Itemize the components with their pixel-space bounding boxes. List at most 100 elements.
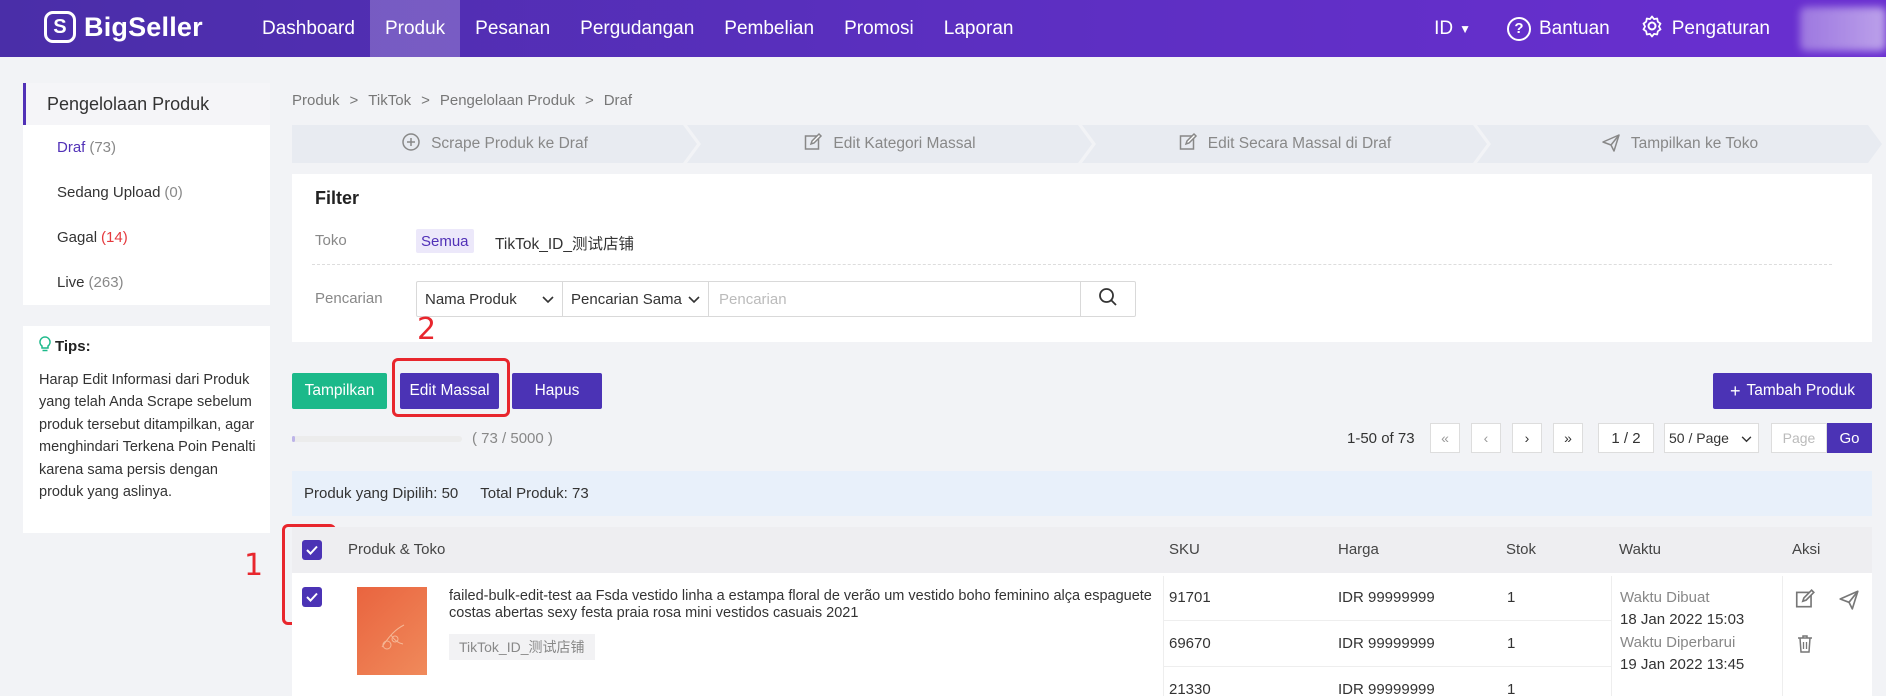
nav-pesanan[interactable]: Pesanan <box>460 0 565 57</box>
step-edit-bulk: Edit Secara Massal di Draf <box>1082 125 1487 163</box>
show-button[interactable]: Tampilkan <box>292 373 387 409</box>
trash-icon[interactable] <box>1795 633 1815 661</box>
store-option[interactable]: TikTok_ID_测试店铺 <box>495 232 634 254</box>
edit-icon[interactable] <box>1794 588 1816 616</box>
search-field-value: Nama Produk <box>425 290 517 308</box>
sku-value: 21330 <box>1169 681 1211 696</box>
chevron-right-icon: › <box>1524 430 1530 446</box>
send-icon <box>1601 132 1621 157</box>
column-header-stock: Stok <box>1506 541 1537 558</box>
sidebar-item-count: (73) <box>89 139 117 156</box>
nav-laporan[interactable]: Laporan <box>929 0 1029 57</box>
first-page-button[interactable]: « <box>1430 423 1460 453</box>
row-checkbox[interactable] <box>302 587 322 607</box>
breadcrumb-produk[interactable]: Produk <box>292 92 340 109</box>
breadcrumb-draf: Draf <box>603 92 633 109</box>
nav-produk[interactable]: Produk <box>369 0 461 57</box>
next-page-button[interactable]: › <box>1512 423 1542 453</box>
plus-circle-icon <box>401 132 421 157</box>
breadcrumb-tiktok[interactable]: TikTok <box>368 92 411 109</box>
search-mode-select[interactable]: Pencarian Sama <box>563 282 709 316</box>
bigseller-logo[interactable]: S BigSeller <box>44 11 203 43</box>
sidebar-item-gagal[interactable]: Gagal (14) <box>23 215 270 260</box>
search-field-select[interactable]: Nama Produk <box>417 282 563 316</box>
column-header-price: Harga <box>1338 541 1379 558</box>
plus-icon: + <box>1729 380 1741 401</box>
step-label: Edit Kategori Massal <box>833 135 976 152</box>
nav-pergudangan[interactable]: Pergudangan <box>565 0 709 57</box>
lightbulb-icon <box>39 336 51 357</box>
search-button[interactable] <box>1081 282 1135 316</box>
stock-value: 1 <box>1507 681 1516 696</box>
step-label: Tampilkan ke Toko <box>1630 135 1759 152</box>
last-page-button[interactable]: » <box>1553 423 1583 453</box>
updated-label: Waktu Diperbarui <box>1620 634 1736 651</box>
created-label: Waktu Dibuat <box>1620 589 1710 606</box>
total-count: Total Produk: 73 <box>480 485 589 502</box>
search-group: Nama Produk Pencarian Sama Pencarian <box>416 281 1136 317</box>
tips-text: Harap Edit Informasi dari Produk yang te… <box>39 372 256 501</box>
annotation-number-1: 1 <box>244 548 264 583</box>
user-avatar[interactable] <box>1800 6 1886 51</box>
filter-divider <box>312 264 1832 265</box>
sku-row-divider <box>1163 620 1611 621</box>
checkmark-icon <box>306 545 318 555</box>
add-product-button[interactable]: + Tambah Produk <box>1713 373 1872 409</box>
sidebar-item-label: Draf <box>57 139 86 156</box>
sku-row-divider <box>1163 666 1611 667</box>
brand-name: BigSeller <box>84 11 203 42</box>
sidebar-item-count: (14) <box>101 229 128 246</box>
main-nav: Dashboard Produk Pesanan Pergudangan Pem… <box>247 0 1028 57</box>
quota-progress-bar <box>292 436 462 442</box>
nav-pembelian[interactable]: Pembelian <box>709 0 829 57</box>
breadcrumb-pengelolaan[interactable]: Pengelolaan Produk <box>440 92 575 109</box>
tips-title: Tips: <box>39 336 256 357</box>
page-jump-input[interactable]: Page <box>1771 423 1827 453</box>
settings-link[interactable]: Pengaturan <box>1640 14 1770 44</box>
updated-value: 19 Jan 2022 13:45 <box>1620 656 1745 673</box>
filter-panel: Filter Toko Semua TikTok_ID_测试店铺 Pencari… <box>292 174 1872 342</box>
column-header-sku: SKU <box>1169 541 1200 558</box>
search-mode-value: Pencarian Sama <box>571 290 682 308</box>
breadcrumb-separator: > <box>421 92 430 109</box>
page-size-select[interactable]: 50 / Page <box>1664 423 1759 453</box>
stock-value: 1 <box>1507 589 1516 606</box>
select-all-checkbox[interactable] <box>302 540 322 560</box>
breadcrumb: Produk > TikTok > Pengelolaan Produk > D… <box>292 92 632 109</box>
breadcrumb-separator: > <box>349 92 359 109</box>
product-thumbnail[interactable] <box>357 587 427 675</box>
sidebar-item-count: (263) <box>88 274 124 291</box>
sidebar-title[interactable]: Pengelolaan Produk <box>23 83 270 125</box>
search-input[interactable]: Pencarian <box>709 282 1081 316</box>
sidebar-menu: Pengelolaan Produk Draf (73) Sedang Uplo… <box>23 83 270 305</box>
product-name[interactable]: failed-bulk-edit-test aa Fsda vestido li… <box>449 588 1169 622</box>
sidebar-item-sedang-upload[interactable]: Sedang Upload (0) <box>23 170 270 215</box>
caret-down-icon: ▼ <box>1459 21 1471 36</box>
tips-panel: Tips: Harap Edit Informasi dari Produk y… <box>23 326 270 533</box>
selected-count: Produk yang Dipilih: 50 <box>304 485 459 502</box>
edit-icon <box>803 132 823 157</box>
sidebar-item-draf[interactable]: Draf (73) <box>23 125 270 170</box>
sku-value: 69670 <box>1169 635 1211 652</box>
go-button[interactable]: Go <box>1827 423 1872 453</box>
nav-promosi[interactable]: Promosi <box>829 0 929 57</box>
selection-summary-bar: Produk yang Dipilih: 50 Total Produk: 73 <box>292 471 1872 516</box>
help-link[interactable]: ? Bantuan <box>1506 16 1610 41</box>
double-chevron-left-icon: « <box>1441 430 1449 446</box>
top-nav-bar: S BigSeller Dashboard Produk Pesanan Per… <box>0 0 1886 57</box>
delete-button[interactable]: Hapus <box>512 373 602 409</box>
publish-icon[interactable] <box>1837 588 1861 616</box>
sidebar-item-live[interactable]: Live (263) <box>23 260 270 305</box>
step-publish: Tampilkan ke Toko <box>1477 125 1882 163</box>
prev-page-button[interactable]: ‹ <box>1471 423 1501 453</box>
sidebar-item-label: Gagal <box>57 229 98 246</box>
language-select[interactable]: ID ▼ <box>1434 18 1471 40</box>
column-header-actions: Aksi <box>1792 541 1821 558</box>
price-value: IDR 99999999 <box>1338 635 1435 652</box>
sidebar-item-label: Sedang Upload <box>57 184 161 201</box>
nav-dashboard[interactable]: Dashboard <box>247 0 370 57</box>
language-label: ID <box>1434 17 1454 39</box>
quota-progress-fill <box>292 436 296 442</box>
quota-progress-text: ( 73 / 5000 ) <box>472 430 553 447</box>
store-all-tag[interactable]: Semua <box>416 229 474 253</box>
